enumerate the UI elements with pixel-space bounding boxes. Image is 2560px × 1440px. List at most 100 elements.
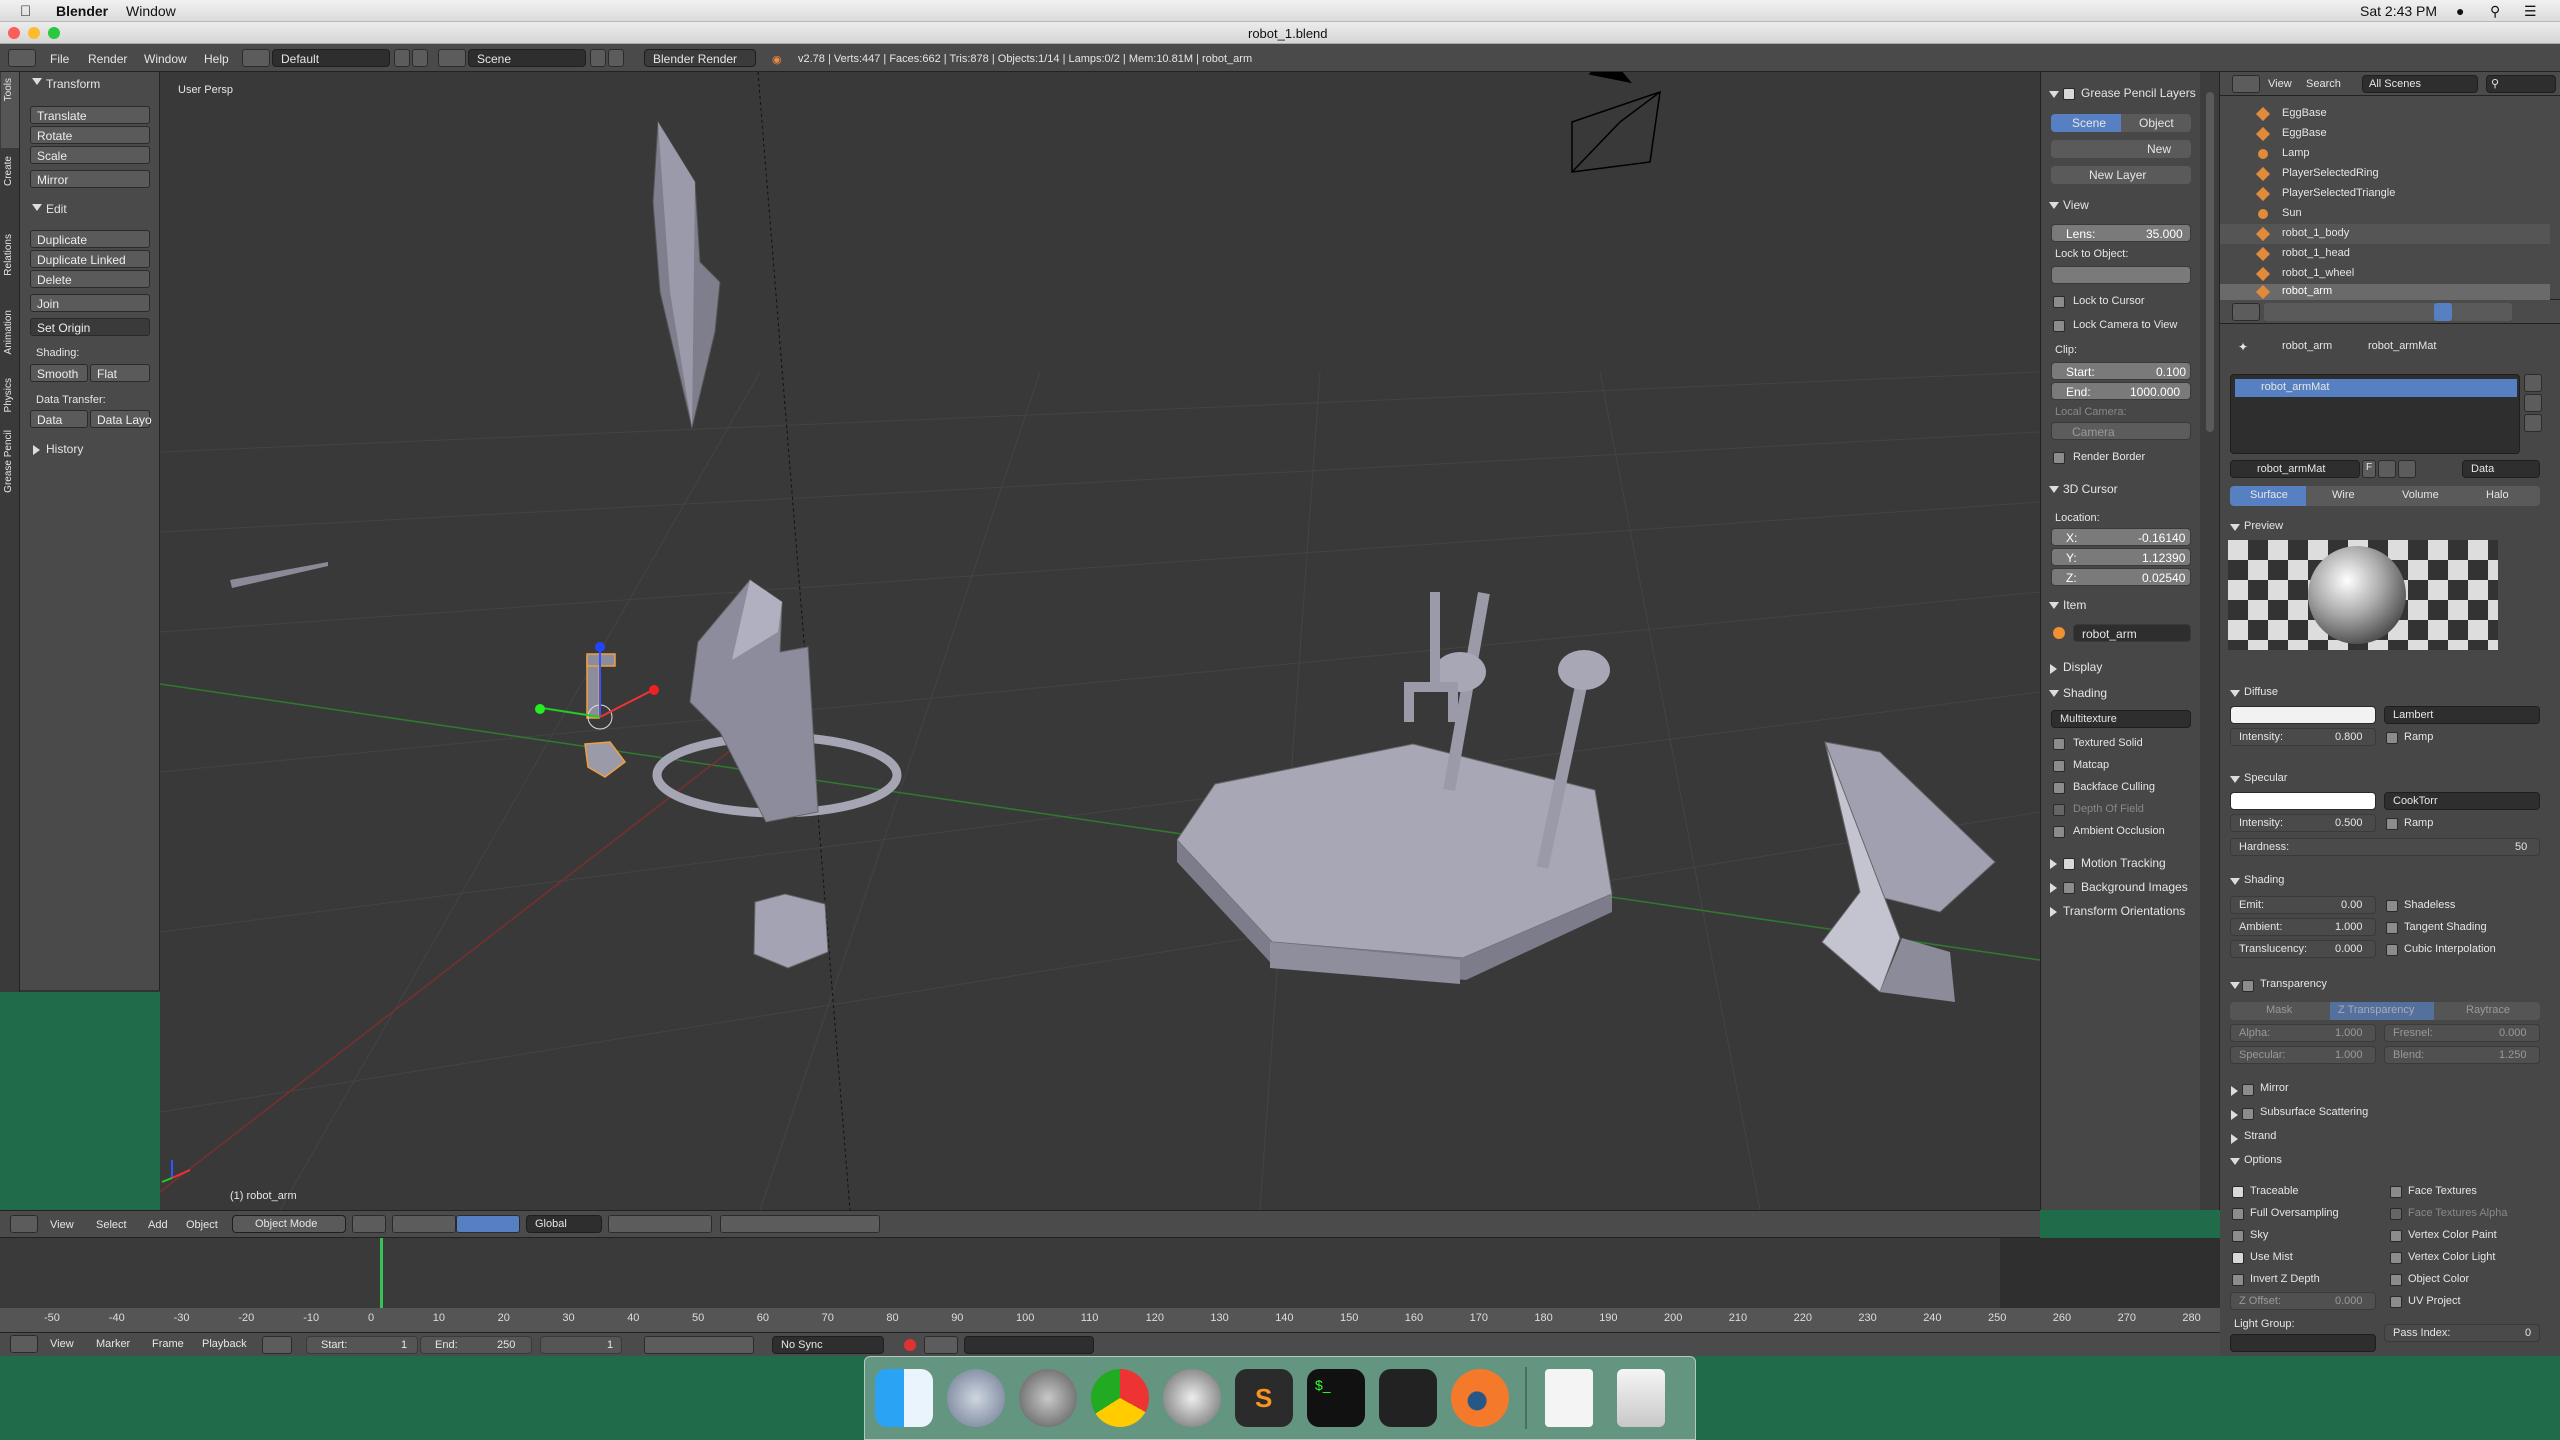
history-panel-header[interactable]: History [46, 442, 83, 456]
cursor-z-field[interactable]: Z: 0.02540 [2051, 568, 2191, 586]
diffuse-color-swatch[interactable] [2230, 706, 2376, 724]
chrome-icon[interactable] [1091, 1369, 1149, 1427]
scene-icon-button[interactable] [438, 49, 466, 67]
gp-layers-header[interactable]: Grease Pencil Layers [2081, 86, 2196, 100]
tab-create[interactable]: Create [1, 150, 19, 226]
menubar-app-name[interactable]: Blender [56, 3, 108, 19]
archive-utility-icon[interactable] [1163, 1369, 1221, 1427]
record-button[interactable] [904, 1339, 916, 1351]
transp-specular-field[interactable]: Specular: 1.000 [2230, 1046, 2376, 1064]
robot-platform-object[interactable] [1176, 591, 1613, 984]
apple-icon[interactable]:  [20, 3, 31, 20]
viewport-shading-dropdown[interactable] [352, 1215, 386, 1233]
collapse-transparency-icon[interactable] [2230, 982, 2240, 989]
full-oversampling-checkbox[interactable] [2232, 1208, 2244, 1220]
shadeless-checkbox[interactable] [2386, 900, 2398, 912]
background-images-header[interactable]: Background Images [2081, 880, 2188, 894]
lock-object-field[interactable] [2051, 266, 2191, 284]
viewport-menu-add[interactable]: Add [148, 1219, 168, 1231]
keying-set-buttons[interactable] [924, 1336, 958, 1354]
pin-icon[interactable]: ✦ [2238, 340, 2248, 354]
cursor-x-field[interactable]: X: -0.16140 [2051, 528, 2191, 546]
matcap-checkbox[interactable] [2053, 760, 2065, 772]
menubar-item-window[interactable]: Window [126, 3, 176, 19]
expand-history-icon[interactable] [33, 445, 40, 455]
mirror-checkbox[interactable] [2242, 1084, 2254, 1096]
gp-scene-tab[interactable]: Scene [2051, 114, 2121, 132]
transparency-raytrace-tab[interactable]: Raytrace [2434, 1002, 2540, 1020]
transform-panel-header[interactable]: Transform [46, 77, 100, 91]
blender-icon[interactable] [1451, 1369, 1509, 1427]
3d-cursor-header[interactable]: 3D Cursor [2063, 482, 2118, 496]
viewport-menu-select[interactable]: Select [96, 1219, 127, 1231]
translate-button[interactable]: Translate [30, 106, 150, 124]
motion-tracking-checkbox[interactable] [2063, 858, 2075, 870]
wifi-icon[interactable]: ● [2456, 3, 2464, 19]
view-panel-header[interactable]: View [2063, 198, 2089, 212]
remove-material-slot-button[interactable] [2524, 394, 2542, 412]
transform-orientations-header[interactable]: Transform Orientations [2063, 904, 2185, 918]
volume-tab[interactable]: Volume [2382, 486, 2460, 506]
item-name-field[interactable]: robot_arm [2073, 624, 2191, 642]
light-group-field[interactable] [2230, 1334, 2376, 1352]
layout-selector[interactable]: Default [272, 49, 390, 67]
options-header[interactable]: Options [2244, 1154, 2282, 1166]
pass-index-field[interactable]: Pass Index: 0 [2384, 1324, 2540, 1342]
face-textures-checkbox[interactable] [2390, 1186, 2402, 1198]
wire-tab[interactable]: Wire [2306, 486, 2382, 506]
smooth-button[interactable]: Smooth [30, 364, 88, 382]
diffuse-intensity-field[interactable]: Intensity: 0.800 [2230, 728, 2376, 746]
system-preferences-icon[interactable] [1019, 1369, 1077, 1427]
collapse-diffuse-icon[interactable] [2230, 690, 2240, 697]
remove-layout-button[interactable] [412, 49, 428, 67]
menubar-clock[interactable]: Sat 2:43 PM [2360, 3, 2437, 19]
timeline-menu-frame[interactable]: Frame [152, 1338, 184, 1350]
mirror-button[interactable]: Mirror [30, 170, 150, 188]
end-frame-field[interactable]: End: 250 [420, 1336, 532, 1354]
active-keying-set-field[interactable] [964, 1336, 1094, 1354]
outliner-item-selected[interactable]: robot_arm [2220, 284, 2550, 300]
outliner-editor-type-button[interactable] [2232, 75, 2260, 93]
material-specials-button[interactable] [2524, 414, 2542, 432]
outliner-search-menu[interactable]: Search [2306, 78, 2341, 90]
expand-sss-icon[interactable] [2231, 1110, 2238, 1120]
data-transfer-layout-button[interactable]: Data Layo [90, 410, 152, 428]
tab-grease-pencil[interactable]: Grease Pencil [1, 426, 19, 506]
expand-mirror-icon[interactable] [2231, 1086, 2238, 1096]
outliner-item[interactable]: EggBase [2220, 104, 2550, 124]
outliner-item[interactable]: Sun [2220, 204, 2550, 224]
gp-new-button[interactable]: New [2051, 140, 2191, 158]
properties-editor-type-button[interactable] [2232, 303, 2260, 321]
notification-center-icon[interactable]: ☰ [2524, 3, 2537, 20]
alpha-field[interactable]: Alpha: 1.000 [2230, 1024, 2376, 1042]
tangent-shading-checkbox[interactable] [2386, 922, 2398, 934]
outliner-display-mode-dropdown[interactable]: All Scenes [2362, 75, 2478, 93]
use-mist-checkbox[interactable] [2232, 1252, 2244, 1264]
z-offset-field[interactable]: Z Offset: 0.000 [2230, 1292, 2376, 1310]
camera-object[interactable] [1571, 72, 1661, 173]
lock-camera-to-view-checkbox[interactable] [2053, 320, 2065, 332]
emit-field[interactable]: Emit: 0.00 [2230, 896, 2376, 914]
outliner-view-menu[interactable]: View [2268, 78, 2292, 90]
transparency-mask-tab[interactable]: Mask [2230, 1002, 2330, 1020]
outliner-item[interactable]: PlayerSelectedTriangle [2220, 184, 2550, 204]
uv-project-checkbox[interactable] [2390, 1296, 2402, 1308]
robot-head-object[interactable] [1821, 741, 1996, 1002]
unlink-material-button[interactable] [2398, 460, 2416, 478]
terminal-icon[interactable]: $_ [1307, 1369, 1365, 1427]
playback-controls[interactable] [644, 1336, 754, 1354]
surface-tab[interactable]: Surface [2230, 486, 2306, 506]
expand-background-images-icon[interactable] [2050, 883, 2057, 893]
gp-object-tab[interactable]: Object [2121, 114, 2191, 132]
context-tabs[interactable] [2264, 303, 2512, 321]
preview-range-button[interactable] [262, 1336, 292, 1354]
panel-scrollbar[interactable] [2200, 72, 2220, 1210]
outliner-item[interactable]: Lamp [2220, 144, 2550, 164]
material-slot-item[interactable]: robot_armMat [2235, 379, 2517, 397]
strand-header[interactable]: Strand [2244, 1130, 2276, 1142]
blend-field[interactable]: Blend: 1.250 [2384, 1046, 2540, 1064]
cubic-interpolation-checkbox[interactable] [2386, 944, 2398, 956]
editor-type-info-button[interactable] [8, 49, 36, 67]
invert-z-depth-checkbox[interactable] [2232, 1274, 2244, 1286]
add-scene-button[interactable] [590, 49, 606, 67]
